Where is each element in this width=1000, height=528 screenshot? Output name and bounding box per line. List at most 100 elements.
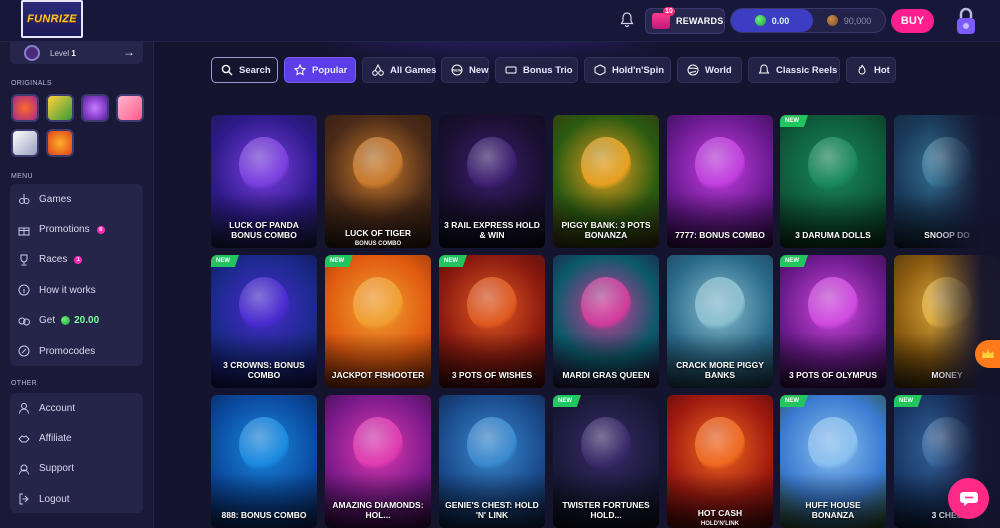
game-title: JACKPOT FISHOOTER (331, 369, 425, 380)
game-card[interactable]: CRACK MORE PIGGY BANKS (667, 255, 773, 388)
buy-button[interactable]: BUY (891, 9, 934, 33)
game-card[interactable]: 3 RAIL EXPRESS HOLD & WIN (439, 115, 545, 248)
arrow-right-icon[interactable]: → (123, 45, 135, 59)
tab-label: New (469, 64, 489, 76)
chat-support-button[interactable] (948, 478, 989, 519)
profile-card[interactable]: Level 1 → (10, 42, 143, 64)
menu-item-account[interactable]: Account (10, 393, 143, 423)
menu-item-get-coins[interactable]: Get 20.00 (10, 306, 143, 336)
menu-item-label: Games (39, 193, 72, 205)
coins-icon (18, 315, 30, 327)
menu-item-how-it-works[interactable]: How it works (10, 275, 143, 305)
card-shade (325, 193, 431, 248)
game-character (808, 137, 858, 192)
game-character (353, 137, 403, 192)
card-shade (667, 473, 773, 528)
original-wheel-icon[interactable] (11, 94, 39, 122)
originals-title: ORIGINALS (11, 80, 52, 87)
sweep-coin-icon (61, 316, 71, 326)
tab-search[interactable]: Search (211, 57, 278, 83)
game-card[interactable]: HUFF HOUSE BONANZA NEW (780, 395, 886, 528)
rewards-button[interactable]: 10 REWARDS (645, 7, 725, 34)
game-title: LUCK OF PANDA BONUS COMBO (229, 220, 299, 240)
menu-item-promocodes[interactable]: Promocodes (10, 336, 143, 366)
games-icon (18, 193, 30, 205)
game-title: LUCK OF TIGER (344, 227, 412, 238)
tab-bonus-trio[interactable]: Bonus Trio (495, 57, 578, 83)
original-crown-icon[interactable] (46, 129, 74, 157)
tab-hold-n-spin[interactable]: Hold'n'Spin (584, 57, 671, 83)
account-icon (18, 402, 30, 414)
game-title: 3 DARUMA DOLLS (795, 229, 871, 240)
game-card[interactable]: PIGGY BANK: 3 POTS BONANZA (553, 115, 659, 248)
side-crown-icon[interactable] (975, 340, 1000, 368)
new-badge: NEW (780, 395, 808, 407)
menu-item-label: Logout (39, 493, 70, 505)
game-character (695, 417, 745, 472)
gift-icon (18, 224, 30, 236)
game-card[interactable]: JACKPOT FISHOOTER NEW (325, 255, 431, 388)
game-card[interactable]: AMAZING DIAMONDS: HOL... (325, 395, 431, 528)
game-card[interactable]: 3 POTS OF WISHES NEW (439, 255, 545, 388)
promotions-badge: 8 (96, 225, 105, 234)
search-icon (221, 64, 233, 76)
menu-item-support[interactable]: Support (10, 454, 143, 484)
menu-item-logout[interactable]: Logout (10, 484, 143, 514)
tab-world[interactable]: World (677, 57, 742, 83)
game-title: 3 POTS OF WISHES (451, 369, 533, 380)
game-character (808, 277, 858, 332)
original-dice-icon[interactable] (11, 129, 39, 157)
game-card[interactable]: HOT CASH HOLD'N'LINK (667, 395, 773, 528)
new-badge: NEW (211, 255, 239, 267)
game-card[interactable]: TWISTER FORTUNES HOLD... NEW (553, 395, 659, 528)
menu-item-races[interactable]: Races 1 (10, 245, 143, 275)
tab-label: World (705, 64, 732, 76)
game-card[interactable]: 3 DARUMA DOLLS NEW (780, 115, 886, 248)
new-icon: NEW (451, 64, 463, 76)
tab-new[interactable]: NEW New (441, 57, 489, 83)
game-card[interactable]: MARDI GRAS QUEEN (553, 255, 659, 388)
original-card-icon[interactable] (116, 94, 144, 122)
sweep-coins-value: 0.00 (771, 15, 790, 26)
menu-item-games[interactable]: Games (10, 184, 143, 214)
game-card[interactable]: GENIE'S CHEST: HOLD 'N' LINK (439, 395, 545, 528)
game-character (581, 277, 631, 332)
menu-item-label: Support (39, 463, 75, 475)
tab-label: Popular (312, 64, 348, 76)
game-title: HOT CASH (697, 507, 743, 518)
menu-item-promotions[interactable]: Promotions 8 (10, 214, 143, 244)
menu-list: Games Promotions 8 Races 1 How it works … (10, 184, 143, 366)
game-title: 3 RAIL EXPRESS HOLD & WIN (444, 220, 540, 240)
tab-hot[interactable]: Hot (846, 57, 896, 83)
notifications-bell-icon[interactable] (620, 12, 634, 28)
game-character (581, 417, 631, 472)
menu-item-affiliate[interactable]: Affiliate (10, 423, 143, 453)
gold-coins-balance[interactable]: 90,000 (813, 15, 885, 26)
original-orb-icon[interactable] (81, 94, 109, 122)
game-card[interactable]: LUCK OF TIGER BONUS COMBO (325, 115, 431, 248)
top-header: FUNRIZE 10 REWARDS 0.00 90,000 BUY (0, 0, 1000, 42)
game-title: GENIE'S CHEST: HOLD 'N' LINK (445, 500, 539, 520)
game-title: 3 POTS OF OLYMPUS (788, 369, 877, 380)
tab-classic-reels[interactable]: Classic Reels (748, 57, 840, 83)
game-card[interactable]: 3 CROWNS: BONUS COMBO NEW (211, 255, 317, 388)
game-card[interactable]: LUCK OF PANDA BONUS COMBO (211, 115, 317, 248)
sweep-coins-balance[interactable]: 0.00 (731, 9, 813, 32)
tab-label: Classic Reels (776, 64, 838, 76)
menu-item-label: How it works (39, 284, 96, 296)
menu-item-label: Get (39, 315, 56, 327)
lock-icon[interactable] (955, 6, 977, 36)
rewards-label: REWARDS (676, 16, 724, 26)
game-title: MARDI GRAS QUEEN (562, 369, 650, 380)
game-card[interactable]: 3 POTS OF OLYMPUS NEW (780, 255, 886, 388)
avatar (24, 45, 40, 61)
globe-icon (687, 64, 699, 76)
game-card[interactable]: 888: BONUS COMBO (211, 395, 317, 528)
tab-all-games[interactable]: All Games (362, 57, 436, 83)
game-card[interactable]: 7777: BONUS COMBO (667, 115, 773, 248)
tab-popular[interactable]: Popular (284, 57, 356, 83)
original-scratch-icon[interactable] (46, 94, 74, 122)
wallet-balance[interactable]: 0.00 90,000 (730, 8, 886, 33)
menu-title: MENU (11, 173, 33, 180)
funrize-logo[interactable]: FUNRIZE (21, 0, 83, 38)
